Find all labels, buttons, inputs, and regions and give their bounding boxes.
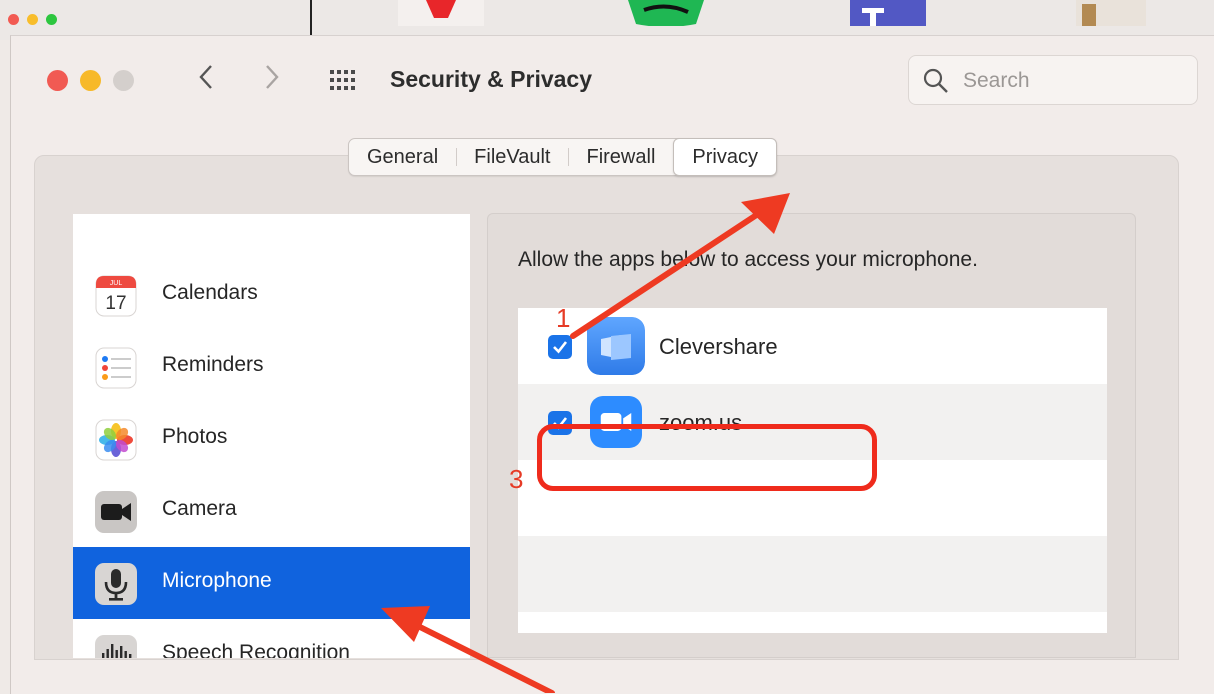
- list-item-empty: [518, 536, 1107, 612]
- show-all-grid-icon[interactable]: [329, 68, 357, 92]
- reminders-icon: [95, 347, 137, 389]
- tab-general[interactable]: General: [349, 139, 456, 175]
- sidebar-item-label: Photos: [162, 425, 228, 448]
- close-button[interactable]: [47, 70, 68, 91]
- sidebar-item-calendars[interactable]: JUL 17 Calendars: [73, 259, 470, 331]
- privacy-category-list: JUL 17 Calendars Reminders Photos Camera…: [73, 214, 470, 658]
- background-close-dot: [8, 14, 19, 25]
- calendar-day-label: 17: [105, 293, 126, 314]
- sidebar-item-label: Speech Recognition: [162, 641, 350, 658]
- sidebar-item-label: Microphone: [162, 569, 272, 592]
- sidebar-item-reminders[interactable]: Reminders: [73, 331, 470, 403]
- dock-app-beige-icon: [1076, 0, 1146, 26]
- zoom-highlight-box: [537, 424, 877, 491]
- background-window-controls: [8, 14, 57, 25]
- window-controls: [47, 70, 134, 91]
- camera-icon: [95, 491, 137, 533]
- search-icon: [923, 68, 948, 93]
- sidebar-item-label: Calendars: [162, 281, 258, 304]
- sidebar-item-microphone[interactable]: Microphone: [73, 547, 470, 619]
- calendar-icon: JUL 17: [95, 275, 137, 317]
- photos-icon: [95, 419, 137, 461]
- calendar-month-label: JUL: [110, 280, 123, 287]
- desktop-background: [0, 0, 1214, 40]
- sidebar-item-camera[interactable]: Camera: [73, 475, 470, 547]
- chevron-right-icon: [266, 65, 279, 89]
- background-zoom-dot: [46, 14, 57, 25]
- back-button[interactable]: [197, 62, 215, 101]
- background-minimize-dot: [27, 14, 38, 25]
- tab-privacy[interactable]: Privacy: [673, 138, 777, 176]
- tab-bar: General FileVault Firewall Privacy: [348, 138, 777, 176]
- permissions-heading: Allow the apps below to access your micr…: [518, 248, 978, 271]
- background-divider: [310, 0, 312, 36]
- list-item-clevershare: Clevershare: [518, 308, 1107, 384]
- dock-app-red-icon: [398, 0, 484, 26]
- app-name: Clevershare: [659, 334, 778, 359]
- tab-filevault[interactable]: FileVault: [456, 139, 568, 175]
- search-field[interactable]: [908, 55, 1198, 105]
- sidebar-item-speech-recognition[interactable]: Speech Recognition: [73, 619, 470, 658]
- checkmark-icon: [553, 341, 568, 354]
- search-input[interactable]: [961, 66, 1185, 96]
- speech-recognition-icon: [95, 635, 137, 658]
- zoom-button[interactable]: [113, 70, 134, 91]
- spotify-icon: [628, 0, 704, 26]
- tab-firewall[interactable]: Firewall: [568, 139, 673, 175]
- clevershare-icon: [587, 317, 645, 375]
- microphone-icon: [95, 563, 137, 605]
- minimize-button[interactable]: [80, 70, 101, 91]
- forward-button[interactable]: [263, 62, 281, 101]
- window-title: Security & Privacy: [390, 66, 593, 92]
- sidebar-item-photos[interactable]: Photos: [73, 403, 470, 475]
- clevershare-checkbox[interactable]: [548, 335, 572, 359]
- step-1-label: 1: [556, 303, 571, 333]
- title-bar: Security & Privacy: [11, 36, 1214, 126]
- sidebar-item-label: Reminders: [162, 353, 264, 376]
- step-3-label: 3: [509, 464, 524, 494]
- sidebar-item-label: Camera: [162, 497, 237, 520]
- teams-icon: [850, 0, 926, 26]
- chevron-left-icon: [199, 65, 212, 89]
